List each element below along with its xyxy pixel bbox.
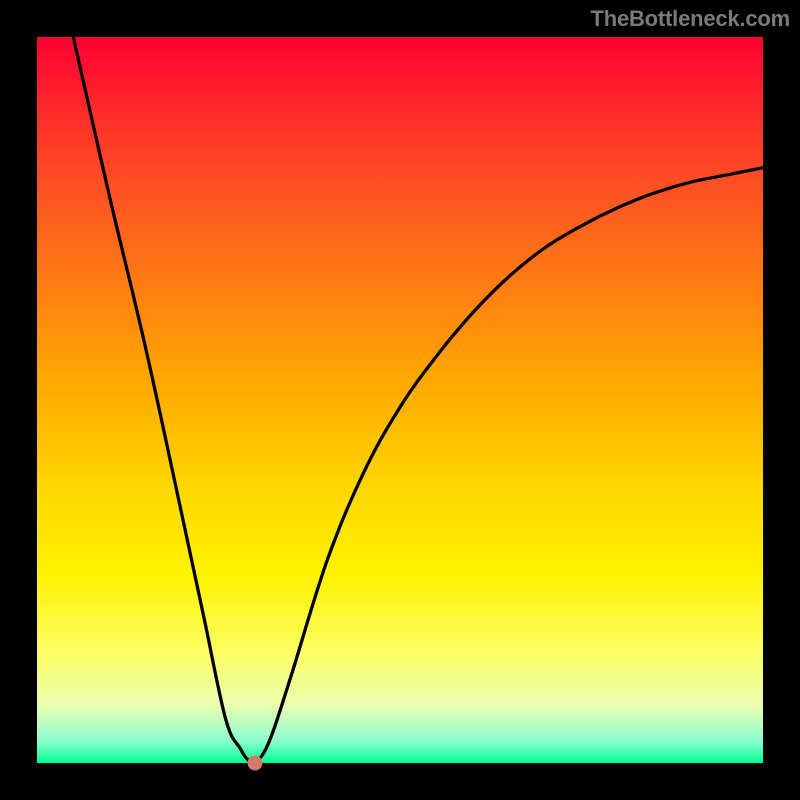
curve-svg xyxy=(37,37,763,763)
chart-frame: TheBottleneck.com xyxy=(0,0,800,800)
plot-area xyxy=(37,37,763,763)
attribution-label: TheBottleneck.com xyxy=(590,6,790,32)
bottleneck-curve xyxy=(73,37,763,764)
minimum-marker-icon xyxy=(247,756,262,771)
